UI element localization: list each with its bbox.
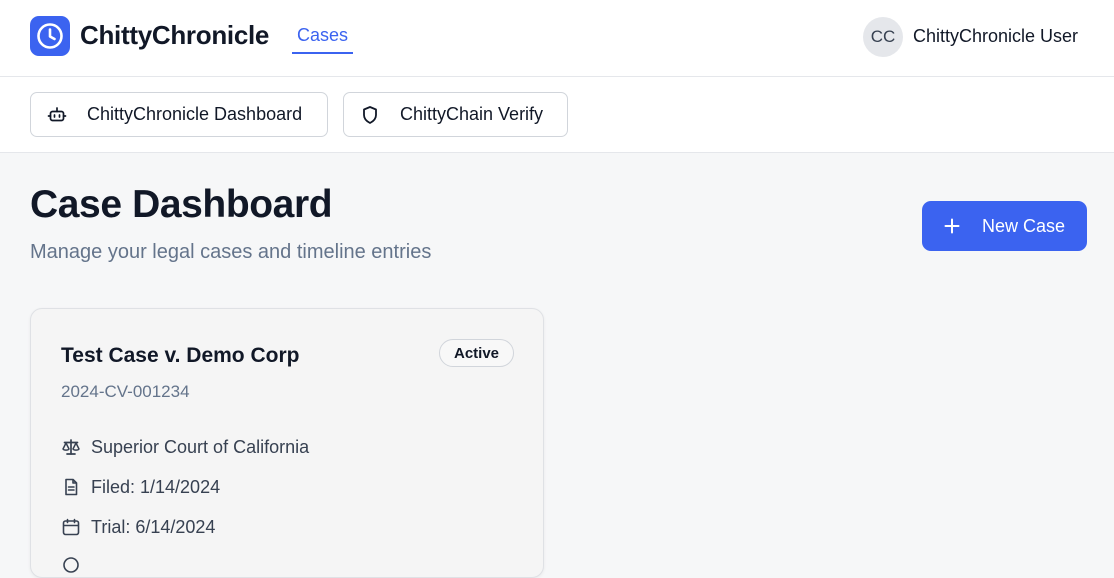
file-text-icon [61, 477, 81, 497]
clock-icon [61, 555, 81, 575]
calendar-icon [61, 517, 81, 537]
status-badge: Active [439, 339, 514, 367]
clock-icon[interactable] [30, 16, 70, 56]
case-filed-row: Filed: 1/14/2024 [61, 476, 220, 498]
case-trial-date: Trial: 6/14/2024 [91, 516, 216, 537]
verify-button-label: ChittyChain Verify [400, 104, 544, 124]
case-extra-row [61, 554, 91, 576]
case-trial-row: Trial: 6/14/2024 [61, 516, 215, 538]
new-case-label: New Case [982, 215, 1066, 236]
top-navigation-bar: ChittyChronicle Cases CC ChittyChronicle… [0, 0, 1114, 77]
dashboard-button-label: ChittyChronicle Dashboard [87, 104, 303, 124]
page-title: Case Dashboard [30, 183, 333, 226]
chittychronicle-dashboard-button[interactable]: ChittyChronicle Dashboard [30, 92, 328, 137]
case-card[interactable]: Test Case v. Demo Corp Active 2024-CV-00… [30, 308, 544, 578]
scale-icon [61, 437, 81, 457]
case-court: Superior Court of California [91, 436, 310, 457]
avatar[interactable]: CC [863, 17, 903, 57]
shield-icon [360, 105, 380, 125]
chittychain-verify-button[interactable]: ChittyChain Verify [343, 92, 568, 137]
bot-icon [47, 105, 67, 125]
case-title: Test Case v. Demo Corp [61, 344, 300, 367]
case-court-row: Superior Court of California [61, 436, 309, 458]
nav-tab-cases[interactable]: Cases [292, 25, 354, 54]
sub-navigation-bar: ChittyChronicle Dashboard ChittyChain Ve… [0, 77, 1114, 153]
user-name: ChittyChronicle User [913, 26, 1079, 46]
brand-name[interactable]: ChittyChronicle [80, 20, 269, 51]
case-number: 2024-CV-001234 [61, 382, 190, 401]
case-filed-date: Filed: 1/14/2024 [91, 476, 221, 497]
new-case-button[interactable]: New Case [922, 201, 1087, 251]
page-subtitle: Manage your legal cases and timeline ent… [30, 241, 432, 263]
plus-icon [942, 216, 962, 236]
